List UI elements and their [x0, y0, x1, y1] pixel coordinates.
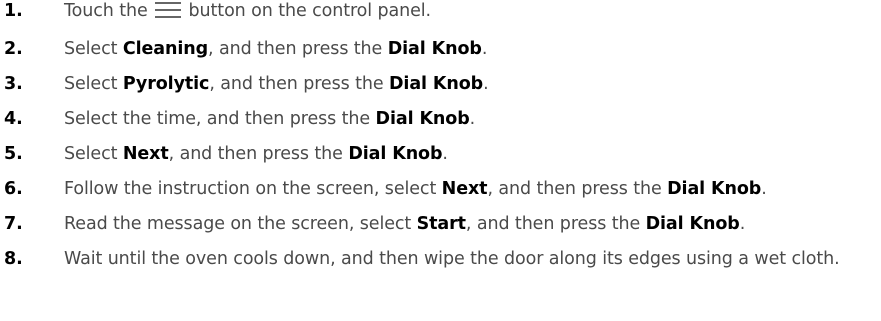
step-text-part: . [739, 214, 746, 234]
step-text-part: Select [64, 74, 118, 94]
step-text-part: . [481, 39, 488, 59]
step-1: 1. Touch the button on the control panel… [0, 0, 881, 28]
step-text: Touch the button on the control panel. [64, 0, 881, 28]
step-number: 5. [4, 144, 23, 164]
step-text: Wait until the oven cools down, and then… [64, 249, 840, 269]
step-text-part: , and then press the [168, 144, 343, 164]
step-text: Follow the instruction on the screen, se… [64, 175, 881, 203]
step-number: 3. [4, 74, 23, 94]
step-text: Read the message on the screen, select S… [64, 210, 881, 238]
step-text-part: , and then press the [487, 179, 662, 199]
step-number: 7. [4, 214, 23, 234]
step-text-part: Select [64, 144, 118, 164]
cleaning-label: Cleaning [122, 39, 209, 59]
step-6: 6. Follow the instruction on the screen,… [0, 175, 881, 203]
step-text-part: . [483, 74, 489, 94]
step-3: 3. Select Pyrolytic, and then press the … [0, 70, 881, 98]
instruction-steps: 1. Touch the button on the control panel… [0, 0, 881, 273]
step-text-part: . [442, 144, 448, 164]
next-label: Next [441, 179, 488, 199]
step-4: 4. Select the time, and then press the D… [0, 105, 881, 133]
step-text: Select Cleaning, and then press the Dial… [64, 35, 881, 63]
dial-knob-label: Dial Knob [667, 179, 762, 199]
step-text: Select the time, and then press the Dial… [64, 105, 881, 133]
step-text-part: . [761, 179, 767, 199]
dial-knob-label: Dial Knob [375, 109, 470, 129]
next-label: Next [122, 144, 169, 164]
step-8: 8. Wait until the oven cools down, and t… [0, 245, 881, 273]
step-text-part: Read the message on the screen, select [64, 214, 412, 234]
step-text-part: Touch the [64, 1, 148, 21]
dial-knob-label: Dial Knob [389, 74, 484, 94]
dial-knob-label: Dial Knob [348, 144, 443, 164]
step-number: 1. [4, 1, 23, 21]
step-number: 6. [4, 179, 23, 199]
dial-knob-label: Dial Knob [645, 214, 740, 234]
step-text-part: button on the control panel. [188, 1, 432, 21]
pyrolytic-label: Pyrolytic [122, 74, 210, 94]
step-text-part: , and then press the [209, 74, 384, 94]
step-text-part: , and then press the [208, 39, 383, 59]
step-text-part: Follow the instruction on the screen, se… [64, 179, 437, 199]
step-text-part: Select the time, and then press the [64, 109, 371, 129]
step-5: 5. Select Next, and then press the Dial … [0, 140, 881, 168]
step-number: 8. [4, 249, 23, 269]
step-number: 4. [4, 109, 23, 129]
start-label: Start [416, 214, 466, 234]
step-number: 2. [4, 39, 23, 59]
step-2: 2. Select Cleaning, and then press the D… [0, 35, 881, 63]
step-text-part: Select [64, 39, 118, 59]
step-7: 7. Read the message on the screen, selec… [0, 210, 881, 238]
menu-icon [155, 0, 182, 28]
step-text-part: . [469, 109, 476, 129]
step-text: Select Pyrolytic, and then press the Dia… [64, 70, 881, 98]
step-text: Select Next, and then press the Dial Kno… [64, 140, 881, 168]
step-text-part: , and then press the [465, 214, 641, 234]
dial-knob-label: Dial Knob [387, 39, 482, 59]
